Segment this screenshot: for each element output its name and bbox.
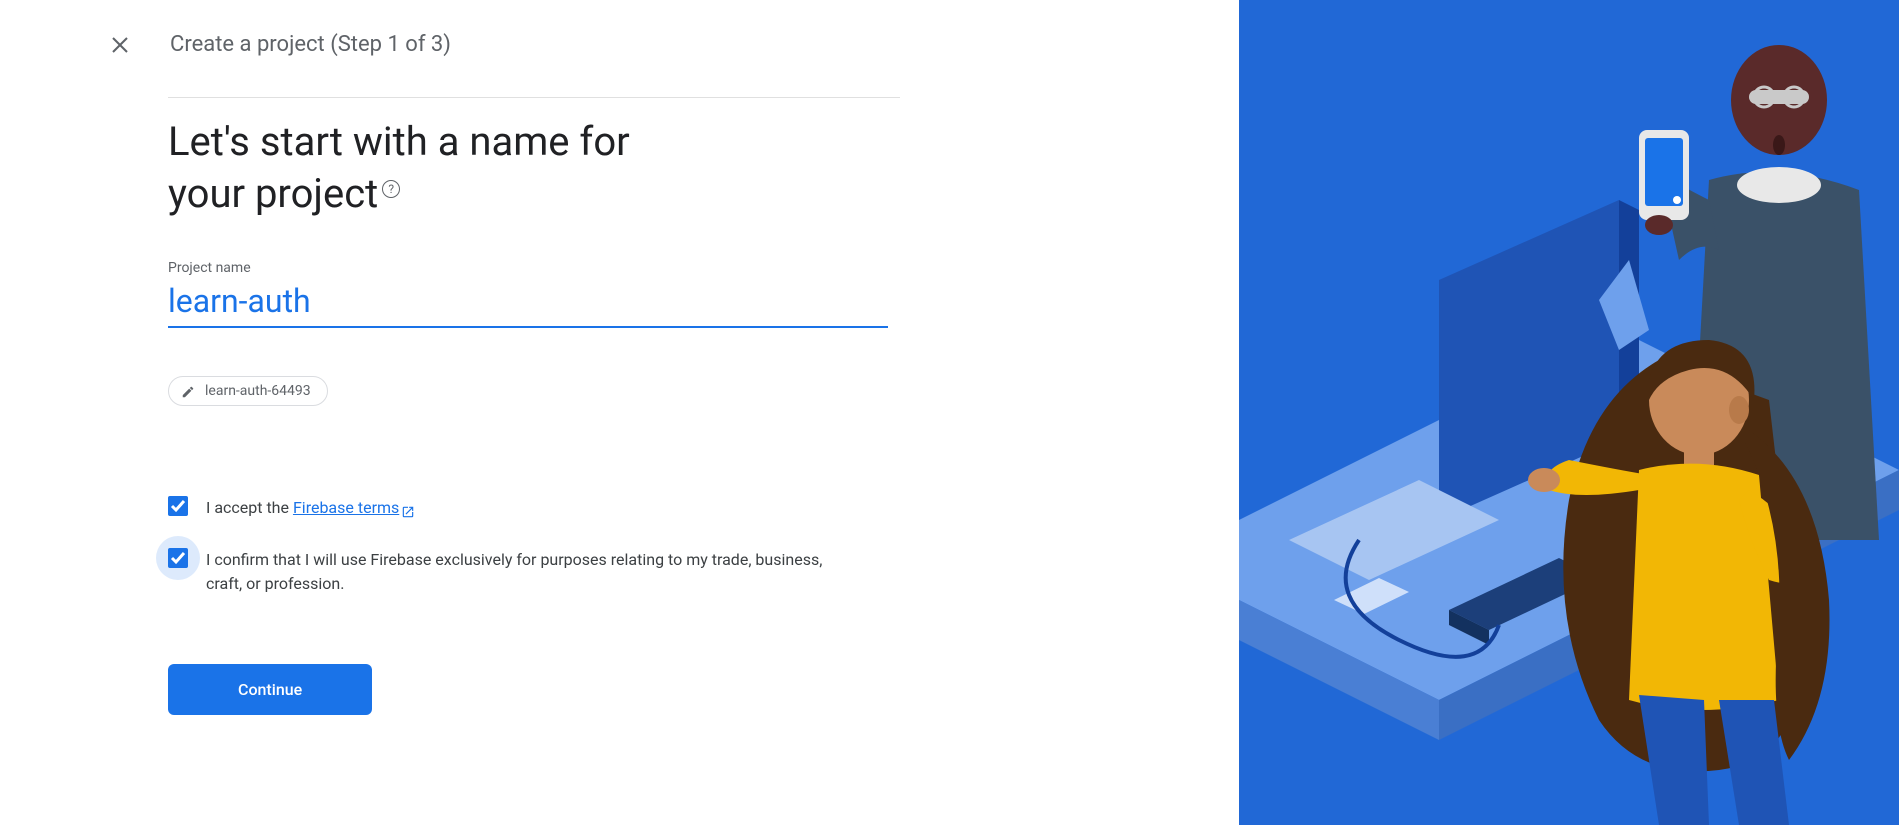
accept-terms-checkbox[interactable] xyxy=(168,496,188,516)
page-title: Create a project (Step 1 of 3) xyxy=(170,32,451,57)
firebase-terms-link[interactable]: Firebase terms xyxy=(293,498,415,517)
illustration-panel xyxy=(1239,0,1899,825)
help-icon[interactable]: ? xyxy=(382,180,400,198)
accept-terms-prefix: I accept the xyxy=(206,498,293,517)
accept-terms-row: I accept the Firebase terms xyxy=(168,496,900,520)
dialog-header: Create a project (Step 1 of 3) xyxy=(0,32,1239,57)
heading-line-1: Let's start with a name for xyxy=(168,118,630,165)
confirm-usage-checkbox[interactable] xyxy=(168,548,188,568)
confirm-usage-label: I confirm that I will use Firebase exclu… xyxy=(206,548,856,596)
pencil-icon xyxy=(181,384,195,398)
external-link-icon xyxy=(401,502,415,516)
accept-terms-label: I accept the Firebase terms xyxy=(206,496,415,520)
main-heading: Let's start with a name for your project… xyxy=(168,116,630,220)
project-id-text: learn-auth-64493 xyxy=(205,383,311,399)
divider xyxy=(168,97,900,98)
heading-line-2: your project xyxy=(168,170,378,217)
project-name-input[interactable] xyxy=(168,280,888,328)
close-icon[interactable] xyxy=(110,35,130,55)
project-name-label: Project name xyxy=(168,260,900,276)
project-id-chip[interactable]: learn-auth-64493 xyxy=(168,376,328,406)
continue-button[interactable]: Continue xyxy=(168,664,372,715)
confirm-usage-row: I confirm that I will use Firebase exclu… xyxy=(168,548,900,596)
